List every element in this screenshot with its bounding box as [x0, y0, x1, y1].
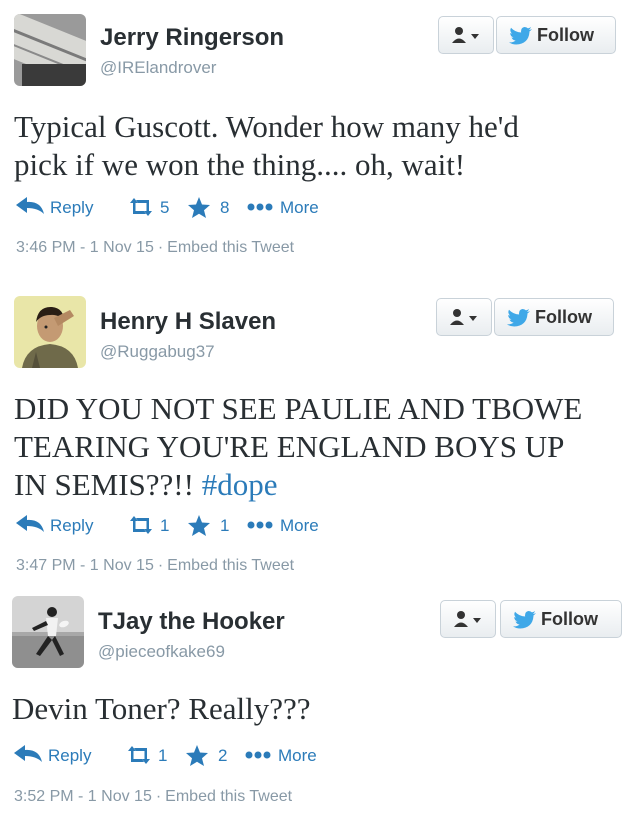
more-dots-icon [247, 521, 273, 529]
retweet-count: 1 [158, 746, 168, 765]
user-handle[interactable]: @IRElandrover [100, 58, 216, 78]
user-name[interactable]: TJay the Hooker [98, 608, 285, 636]
tweet-text-line: IN SEMIS??!! #dope [14, 466, 582, 504]
tweet-card: Henry H Slaven @Ruggabug37 Follow DID YO… [0, 280, 630, 580]
more-dots-icon [247, 203, 273, 211]
tweet-timestamp[interactable]: 3:46 PM - 1 Nov 15 [16, 239, 154, 256]
more-button[interactable]: More [246, 196, 336, 220]
tweet-card: Jerry Ringerson @IRElandrover Follow Typ… [0, 0, 630, 280]
tweet-timestamp[interactable]: 3:52 PM - 1 Nov 15 [14, 788, 152, 805]
reply-button[interactable]: Reply [14, 744, 104, 768]
hashtag-link[interactable]: #dope [202, 467, 278, 502]
retweet-count: 1 [160, 516, 170, 535]
retweet-button[interactable]: 5 [128, 196, 178, 220]
favorite-button[interactable]: 2 [186, 744, 236, 768]
reply-button[interactable]: Reply [16, 514, 106, 538]
favorite-count: 1 [220, 516, 230, 535]
retweet-button[interactable]: 1 [126, 744, 176, 768]
avatar[interactable] [14, 14, 86, 86]
user-name[interactable]: Henry H Slaven [100, 308, 276, 336]
tweet-text-line: Devin Toner? Really??? [12, 691, 311, 726]
follow-button[interactable]: Follow [500, 600, 622, 638]
tweet-text: Devin Toner? Really??? [12, 690, 311, 728]
more-button[interactable]: More [246, 514, 336, 538]
embed-tweet-link[interactable]: Embed this Tweet [167, 239, 294, 256]
tweet-card: TJay the Hooker @pieceofkake69 Follow De… [0, 580, 630, 815]
more-button[interactable]: More [244, 744, 334, 768]
user-actions-button[interactable] [440, 600, 496, 638]
retweet-button[interactable]: 1 [128, 514, 178, 538]
tweet-meta: 3:47 PM - 1 Nov 15 · Embed this Tweet [16, 557, 295, 574]
retweet-icon [130, 198, 152, 216]
reply-label: Reply [50, 198, 94, 217]
user-dropdown-icon [450, 309, 477, 325]
twitter-bird-icon [509, 27, 532, 45]
favorite-count: 8 [220, 198, 230, 217]
tweet-text-line: Typical Guscott. Wonder how many he'd [14, 109, 519, 144]
reply-arrow-icon [16, 197, 44, 214]
twitter-bird-icon [513, 611, 536, 629]
retweet-icon [128, 746, 150, 764]
tweet-timestamp[interactable]: 3:47 PM - 1 Nov 15 [16, 557, 154, 574]
more-label: More [278, 746, 317, 765]
star-icon [188, 515, 210, 536]
reply-arrow-icon [14, 745, 42, 762]
more-label: More [280, 516, 319, 535]
reply-label: Reply [50, 516, 94, 535]
more-dots-icon [245, 751, 271, 759]
reply-arrow-icon [16, 515, 44, 532]
avatar[interactable] [14, 296, 86, 368]
tweet-actions: Reply 1 1 More [16, 514, 416, 538]
favorite-button[interactable]: 1 [188, 514, 238, 538]
follow-label: Follow [541, 609, 598, 629]
tweet-actions: Reply 5 8 More [16, 196, 416, 220]
avatar[interactable] [12, 596, 84, 668]
tweet-text-line: DID YOU NOT SEE PAULIE AND TBOWE [14, 391, 583, 426]
user-handle[interactable]: @Ruggabug37 [100, 342, 215, 362]
favorite-count: 2 [218, 746, 228, 765]
star-icon [188, 197, 210, 218]
retweet-icon [130, 516, 152, 534]
reply-label: Reply [48, 746, 92, 765]
reply-button[interactable]: Reply [16, 196, 106, 220]
twitter-bird-icon [507, 309, 530, 327]
user-handle[interactable]: @pieceofkake69 [98, 642, 225, 662]
tweet-meta: 3:46 PM - 1 Nov 15 · Embed this Tweet [16, 239, 295, 256]
follow-label: Follow [535, 307, 592, 327]
favorite-button[interactable]: 8 [188, 196, 238, 220]
follow-label: Follow [537, 25, 594, 45]
user-dropdown-icon [452, 27, 479, 43]
more-label: More [280, 198, 319, 217]
tweet-actions: Reply 1 2 More [14, 744, 414, 768]
user-name[interactable]: Jerry Ringerson [100, 24, 284, 52]
embed-tweet-link[interactable]: Embed this Tweet [165, 788, 292, 805]
follow-button[interactable]: Follow [494, 298, 614, 336]
star-icon [186, 745, 208, 766]
tweet-meta: 3:52 PM - 1 Nov 15 · Embed this Tweet [14, 788, 293, 805]
tweet-text-span: IN SEMIS??!! [14, 467, 202, 502]
user-dropdown-icon [454, 611, 481, 627]
tweet-text-line: TEARING YOU'RE ENGLAND BOYS UP [14, 429, 565, 464]
follow-button[interactable]: Follow [496, 16, 616, 54]
tweet-text-line: pick if we won the thing.... oh, wait! [14, 147, 466, 182]
tweet-text: DID YOU NOT SEE PAULIE AND TBOWE TEARING… [14, 390, 582, 504]
user-actions-button[interactable] [436, 298, 492, 336]
user-actions-button[interactable] [438, 16, 494, 54]
retweet-count: 5 [160, 198, 170, 217]
tweet-text: Typical Guscott. Wonder how many he'd pi… [14, 108, 519, 184]
embed-tweet-link[interactable]: Embed this Tweet [167, 557, 294, 574]
